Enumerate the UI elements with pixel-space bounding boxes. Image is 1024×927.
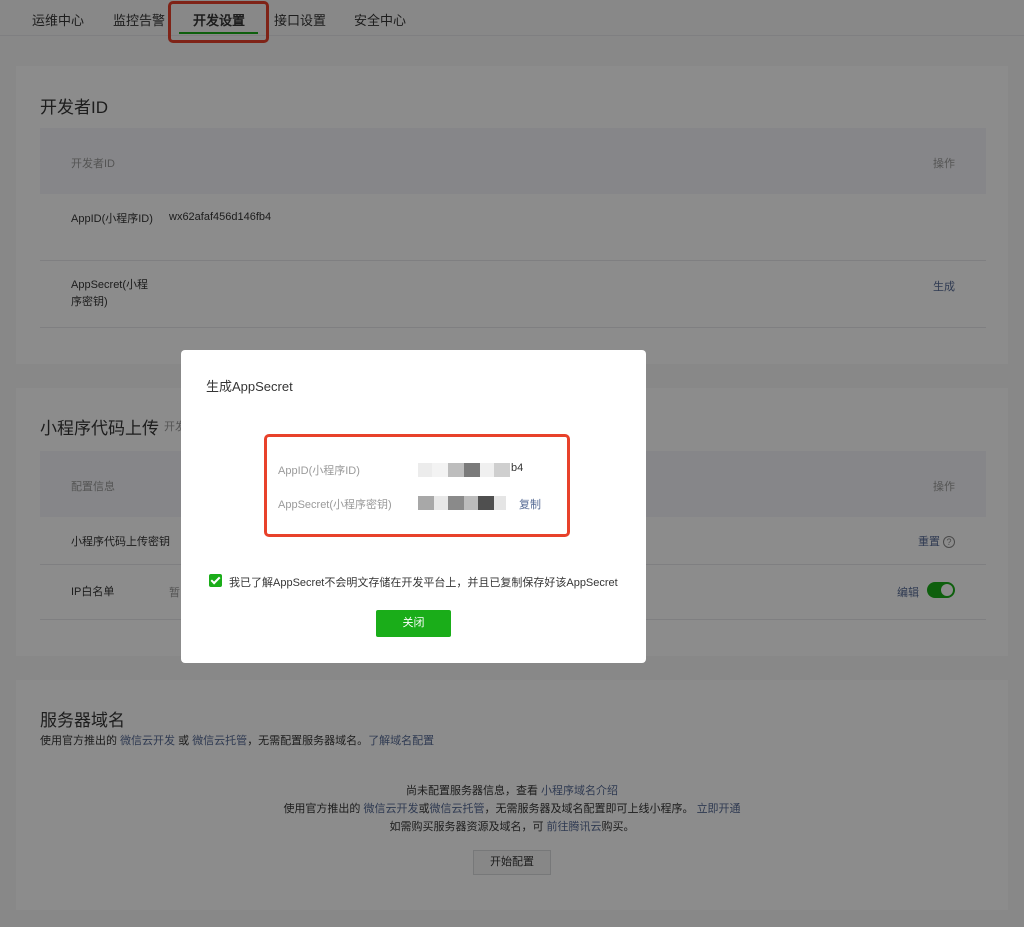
appid-visible-tail: b4 — [511, 462, 524, 474]
dialog-title: 生成AppSecret — [206, 379, 293, 394]
credentials-highlight-box — [264, 434, 570, 537]
dialog-appsecret-label: AppSecret(小程序密钥) — [278, 499, 392, 511]
confirm-checkbox-label[interactable]: 我已了解AppSecret不会明文存储在开发平台上，并且已复制保存好该AppSe… — [229, 574, 618, 590]
dialog-appid-label: AppID(小程序ID) — [278, 465, 360, 477]
close-button[interactable]: 关闭 — [376, 610, 451, 637]
confirm-checkbox[interactable] — [209, 574, 222, 587]
copy-secret-link[interactable]: 复制 — [519, 496, 541, 512]
generate-appsecret-dialog: 生成AppSecret AppID(小程序ID) b4 AppSecret(小程… — [181, 350, 646, 663]
appid-redacted — [418, 463, 510, 477]
appsecret-redacted — [418, 496, 506, 510]
